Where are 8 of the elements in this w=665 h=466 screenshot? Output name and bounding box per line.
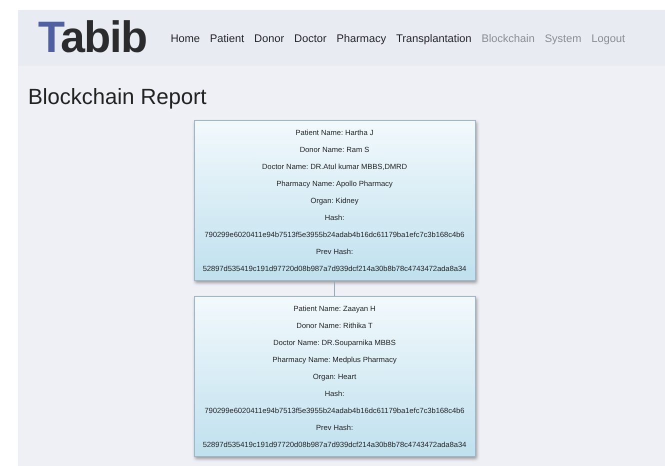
nav-link[interactable]: Home xyxy=(170,30,200,48)
nav-link[interactable]: Patient xyxy=(210,30,244,48)
page-title: Blockchain Report xyxy=(28,86,208,108)
nav-link[interactable]: Doctor xyxy=(294,30,327,48)
logo[interactable]: Tabib xyxy=(38,16,147,60)
nav-link[interactable]: Pharmacy xyxy=(336,30,386,48)
nav-link[interactable]: Donor xyxy=(254,30,284,48)
nav-link[interactable]: Transplantation xyxy=(396,30,472,48)
